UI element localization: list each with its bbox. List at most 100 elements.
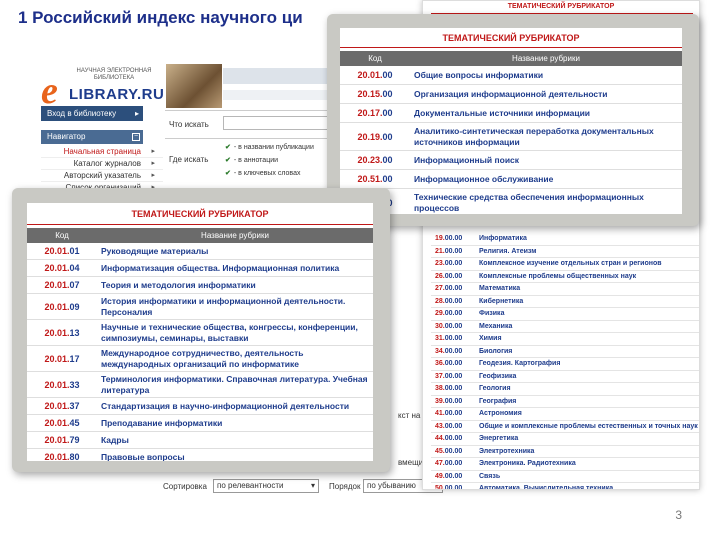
order-select-value: по убыванию bbox=[367, 481, 416, 490]
rubric-name: История информатики и информационной дея… bbox=[101, 295, 346, 317]
rubric-code: 37.00.00 bbox=[431, 371, 475, 383]
rubric-row[interactable]: 50.00.00 Автоматика. Вычислительная техни… bbox=[431, 483, 699, 490]
rubric-name: Биология bbox=[479, 347, 513, 355]
elibrary-logo[interactable]: НАУЧНАЯ ЭЛЕКТРОННАЯ БИБЛИОТЕКА e LIBRARY… bbox=[41, 68, 164, 110]
rubric-code: 20.01.09 bbox=[27, 302, 97, 312]
collapse-icon[interactable]: − bbox=[132, 133, 140, 141]
rubric-row[interactable]: 27.00.00 Математика bbox=[431, 283, 699, 296]
rubric-code: 49.00.00 bbox=[431, 471, 475, 483]
where-option-title[interactable]: ✔ - в названии публикации bbox=[225, 143, 314, 151]
fragment-text: вмещи bbox=[398, 458, 424, 467]
rubric-row[interactable]: 20.17.00 Документальные источники информа… bbox=[340, 104, 682, 123]
where-option-label: - в аннотации bbox=[233, 157, 279, 164]
rubric-code-prefix: 20.01. bbox=[44, 280, 70, 290]
rubric-code-prefix: 23. bbox=[435, 260, 445, 267]
rubricator-full-header: ТЕМАТИЧЕСКИЙ РУБРИКАТОР bbox=[507, 3, 615, 10]
rubric-code-prefix: 36. bbox=[435, 360, 445, 367]
where-option-keywords[interactable]: ✔ - в ключевых словах bbox=[225, 169, 300, 177]
rubric-row[interactable]: 19.00.00 Информатика bbox=[431, 233, 699, 246]
rubric-row[interactable]: 44.00.00 Энергетика bbox=[431, 433, 699, 446]
rubric-code-suffix: 00 bbox=[382, 89, 393, 99]
rubric-code: 20.19.00 bbox=[340, 132, 410, 142]
rubric-row[interactable]: 20.23.00 Информационный поиск bbox=[340, 151, 682, 170]
rubric-row[interactable]: 26.00.00 Комплексные проблемы общественны… bbox=[431, 271, 699, 283]
where-option-abstract[interactable]: ✔ - в аннотации bbox=[225, 156, 278, 164]
rubric-name: Химия bbox=[479, 335, 502, 342]
rubric-row[interactable]: 49.00.00 Связь bbox=[431, 471, 699, 483]
rubric-code: 26.00.00 bbox=[431, 271, 475, 283]
rubric-row[interactable]: 20.53.00Технические средства обеспечения… bbox=[340, 189, 682, 214]
sort-select[interactable]: по релевантности ▾ bbox=[213, 479, 319, 493]
rubric-row[interactable]: 39.00.00 География bbox=[431, 396, 699, 408]
rubric-row[interactable]: 45.00.00 Электротехника bbox=[431, 446, 699, 458]
where-option-label: - в названии публикации bbox=[233, 144, 314, 151]
rubric-code-prefix: 20.01. bbox=[44, 418, 70, 428]
rubric-row[interactable]: 20.01.07 Теория и методология информатики bbox=[27, 277, 373, 294]
rubric-row[interactable]: 20.01.00 Общие вопросы информатики bbox=[340, 66, 682, 85]
rubric-row[interactable]: 20.01.01 Руководящие материалы bbox=[27, 243, 373, 260]
rubric-row[interactable]: 41.00.00 Астрономия bbox=[431, 408, 699, 421]
rubric-row[interactable]: 20.01.80 Правовые вопросы bbox=[27, 449, 373, 462]
rubric-row[interactable]: 34.00.00 Биология bbox=[431, 346, 699, 358]
rubricator-bottom-table-header: Код Название рубрики bbox=[27, 228, 373, 243]
rubric-code: 28.00.00 bbox=[431, 296, 475, 308]
col-code: Код bbox=[55, 231, 69, 240]
navigator-header[interactable]: Навигатор − bbox=[41, 130, 143, 144]
rubric-code: 19.00.00 bbox=[431, 233, 475, 245]
rubric-code-prefix: 41. bbox=[435, 410, 445, 417]
rubric-row[interactable]: 38.00.00 Геология bbox=[431, 383, 699, 396]
rubric-code-suffix: 00 bbox=[382, 108, 393, 118]
navigator-header-label: Навигатор bbox=[47, 132, 86, 141]
rubric-name: Энергетика bbox=[479, 435, 519, 442]
rubric-row[interactable]: 29.00.00 Физика bbox=[431, 308, 699, 321]
rubric-name: Руководящие материалы bbox=[101, 245, 209, 256]
rubric-row[interactable]: 37.00.00 Геофизика bbox=[431, 371, 699, 383]
rubric-name: Технические средства обеспечения информа… bbox=[414, 191, 644, 213]
rubric-name: Преподавание информатики bbox=[101, 417, 223, 428]
rubric-row[interactable]: 20.01.09 История информатики и информацио… bbox=[27, 294, 373, 320]
rubric-row[interactable]: 31.00.00 Химия bbox=[431, 333, 699, 346]
rubric-row[interactable]: 30.00.00 Механика bbox=[431, 321, 699, 333]
rubric-row[interactable]: 21.00.00 Религия. Атеизм bbox=[431, 246, 699, 258]
rubric-name: Связь bbox=[479, 472, 501, 480]
rubric-code-prefix: 50. bbox=[435, 485, 445, 490]
rubric-code: 30.00.00 bbox=[431, 321, 475, 333]
dropdown-arrow-icon: ▾ bbox=[310, 481, 315, 490]
rubric-code-suffix: 00.00 bbox=[444, 372, 463, 380]
rubric-code-suffix: 04 bbox=[69, 263, 80, 273]
rubric-row[interactable]: 47.00.00 Электроника. Радиотехника bbox=[431, 458, 699, 471]
rubric-row[interactable]: 20.01.33 Терминология информатики. Справо… bbox=[27, 372, 373, 398]
rubric-row[interactable]: 43.00.00 Общие и комплексные проблемы ест… bbox=[431, 421, 699, 433]
rubric-row[interactable]: 20.01.17 Международное сотрудничество, де… bbox=[27, 346, 373, 372]
rubric-row[interactable]: 20.01.04 Информатизация общества. Информа… bbox=[27, 260, 373, 277]
rubric-name: Механика bbox=[479, 322, 513, 330]
rubric-row[interactable]: 23.00.00 Комплексное изучение отдельных с… bbox=[431, 258, 699, 271]
rubric-row[interactable]: 20.01.37 Стандартизация в научно-информац… bbox=[27, 398, 373, 415]
rubric-row[interactable]: 28.00.00 Кибернетика bbox=[431, 296, 699, 308]
rubric-code-suffix: 13 bbox=[69, 327, 80, 338]
rubric-code: 27.00.00 bbox=[431, 283, 475, 295]
rubric-name: Автоматика. Вычислительная техника bbox=[479, 485, 614, 490]
rubric-row[interactable]: 20.01.13 Научные и технические общества, … bbox=[27, 320, 373, 346]
rubric-row[interactable]: 20.15.00 Организация информационной деяте… bbox=[340, 85, 682, 104]
rubric-code: 39.00.00 bbox=[431, 396, 475, 408]
nav-item[interactable]: Авторский указатель ▸ bbox=[41, 170, 163, 182]
rubric-code-suffix: 00.00 bbox=[444, 447, 463, 455]
col-name: Название рубрики bbox=[201, 231, 269, 240]
login-button[interactable]: Вход в библиотеку ▸ bbox=[41, 106, 143, 121]
rubric-code-prefix: 26. bbox=[435, 272, 445, 280]
rubric-code-suffix: 00.00 bbox=[444, 297, 463, 305]
arrow-right-icon: ▸ bbox=[151, 160, 155, 167]
rubric-code: 44.00.00 bbox=[431, 433, 475, 445]
arrow-right-icon: ▸ bbox=[134, 109, 139, 118]
rubric-row[interactable]: 20.01.45 Преподавание информатики bbox=[27, 415, 373, 432]
rubric-row[interactable]: 20.51.00 Информационное обслуживание bbox=[340, 170, 682, 189]
rubric-code-suffix: 00.00 bbox=[444, 260, 463, 267]
nav-item[interactable]: Начальная страница ▸ bbox=[41, 146, 163, 158]
nav-item-label: Каталог журналов bbox=[73, 159, 141, 168]
rubric-row[interactable]: 20.01.79 Кадры bbox=[27, 432, 373, 449]
nav-item[interactable]: Каталог журналов ▸ bbox=[41, 158, 163, 170]
rubric-row[interactable]: 36.00.00 Геодезия. Картография bbox=[431, 358, 699, 371]
rubric-code-suffix: 37 bbox=[69, 401, 80, 411]
rubric-row[interactable]: 20.19.00 Аналитико-синтетическая перерабо… bbox=[340, 123, 682, 151]
